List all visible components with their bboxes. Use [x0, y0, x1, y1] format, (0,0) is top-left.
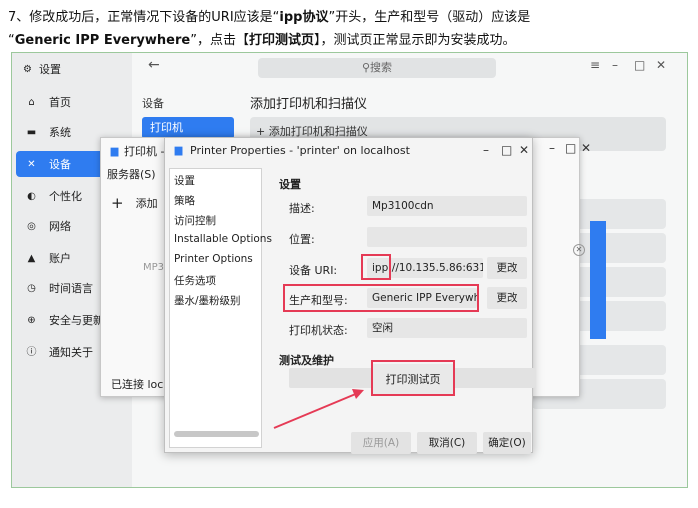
instruction-bold-test: 打印测试页 — [248, 33, 314, 48]
instruction-line-1: 7、修改成功后，正常情况下设备的URI应该是“ipp协议”开头，生产和型号（驱动… — [8, 6, 698, 29]
instruction-text: 7、修改成功后，正常情况下设备的URI应该是“ipp协议”开头，生产和型号（驱动… — [8, 6, 698, 52]
instruction-bold-driver: Generic IPP Everywhere — [14, 33, 191, 48]
instruction-text-part: “ — [8, 33, 15, 48]
instruction-text-part: 】，测试页正常显示即为安装成功。 — [313, 33, 516, 48]
instruction-bold-ipp: ipp协议 — [279, 10, 329, 25]
instruction-text-part: ”，点击【 — [190, 33, 249, 48]
instruction-text-part: ”开头，生产和型号（驱动）应该是 — [328, 10, 531, 25]
instruction-text-part: 7、修改成功后，正常情况下设备的URI应该是“ — [8, 10, 280, 25]
annotation-arrow — [273, 389, 364, 429]
instruction-line-2: “Generic IPP Everywhere”，点击【打印测试页】，测试页正常… — [8, 29, 698, 52]
screenshot-frame: ⚙ 设置 ⌂ 首页 ▬ 系统 ✕ 设备 ◐ 个性化 ◎ 网络 ▲ 账户 ◷ 时间语言 ⊕ 安全与更新 ⓘ 通知关于… — [11, 52, 688, 488]
